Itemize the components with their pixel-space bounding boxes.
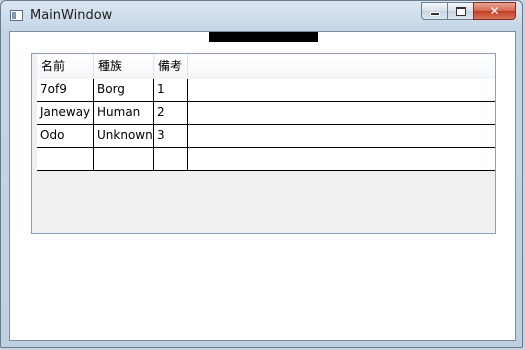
cell-notes[interactable]: 2 <box>154 102 188 124</box>
cell-name[interactable]: Odo <box>37 125 94 147</box>
caption-buttons: ✕ <box>421 2 516 20</box>
cell-species[interactable]: Human <box>94 102 154 124</box>
main-window: MainWindow ✕ 名前 種族 備考 7of9 Borg 1 Janewa… <box>0 0 523 348</box>
cell-name[interactable]: Janeway <box>37 102 94 124</box>
close-button[interactable]: ✕ <box>473 2 516 20</box>
maximize-button[interactable] <box>447 2 473 20</box>
column-header-notes[interactable]: 備考 <box>154 54 188 79</box>
table-row[interactable]: Janeway Human 2 <box>37 102 495 125</box>
grid-header: 名前 種族 備考 <box>37 54 495 80</box>
minimize-button[interactable] <box>421 2 447 20</box>
cell-notes[interactable]: 3 <box>154 125 188 147</box>
cell-species[interactable]: Borg <box>94 79 154 101</box>
redaction-bar <box>209 32 318 42</box>
app-window-icon <box>10 10 23 21</box>
title-bar[interactable]: MainWindow ✕ <box>1 1 522 31</box>
new-item-row[interactable] <box>37 148 495 171</box>
maximize-icon <box>455 6 466 16</box>
cell-notes[interactable] <box>154 148 188 170</box>
window-title: MainWindow <box>30 8 113 23</box>
data-grid[interactable]: 名前 種族 備考 7of9 Borg 1 Janeway Human 2 Odo… <box>31 53 496 234</box>
cell-species[interactable]: Unknown <box>94 125 154 147</box>
cell-name[interactable]: 7of9 <box>37 79 94 101</box>
column-header-species[interactable]: 種族 <box>94 54 154 79</box>
cell-notes[interactable]: 1 <box>154 79 188 101</box>
table-row[interactable]: Odo Unknown 3 <box>37 125 495 148</box>
table-row[interactable]: 7of9 Borg 1 <box>37 79 495 102</box>
close-icon: ✕ <box>489 4 500 18</box>
client-area: 名前 種族 備考 7of9 Borg 1 Janeway Human 2 Odo… <box>9 31 516 341</box>
column-header-name[interactable]: 名前 <box>37 54 94 79</box>
cell-name[interactable] <box>37 148 94 170</box>
cell-species[interactable] <box>94 148 154 170</box>
minimize-icon <box>429 12 440 16</box>
